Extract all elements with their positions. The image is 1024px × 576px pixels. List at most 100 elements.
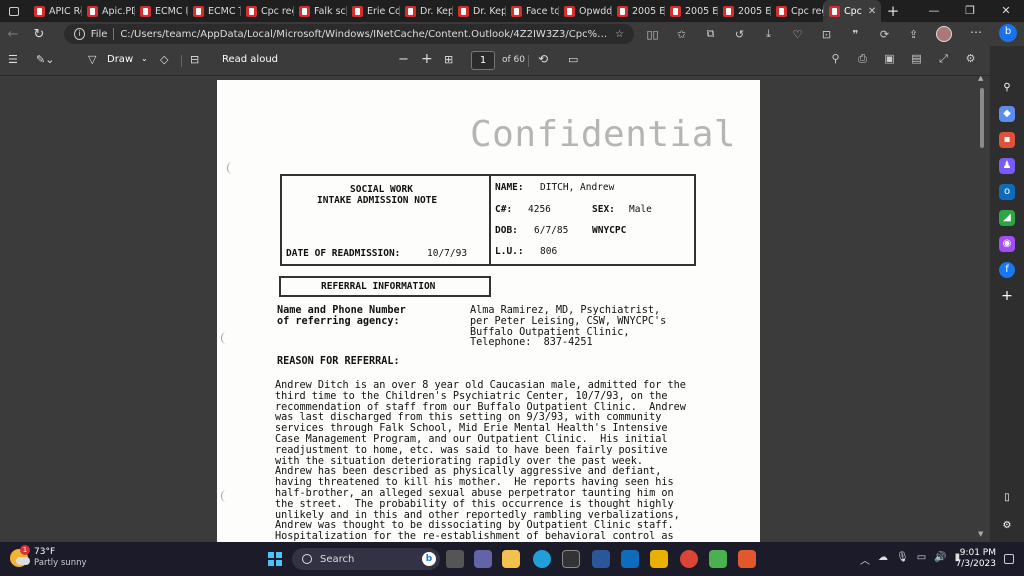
drop-icon[interactable]: ◢ — [999, 210, 1015, 226]
read-aloud-button[interactable]: Read aloud — [222, 54, 278, 65]
store-icon[interactable] — [562, 550, 580, 568]
downloads-icon[interactable]: ⤓ — [754, 27, 783, 41]
quote-icon[interactable]: ❞ — [841, 28, 870, 41]
scroll-up-icon[interactable]: ▲ — [978, 76, 983, 82]
scrollbar-thumb[interactable] — [980, 88, 984, 148]
notifications-icon[interactable] — [1004, 554, 1014, 564]
close-window-icon[interactable]: ✕ — [988, 0, 1024, 22]
network-icon[interactable]: ▭ — [917, 552, 926, 567]
facebook-icon[interactable]: f — [999, 262, 1015, 278]
save-icon[interactable]: ▣ — [876, 52, 903, 66]
browser-tab[interactable]: ECMC R — [134, 0, 187, 22]
window-menu-icon[interactable] — [0, 0, 28, 22]
favorite-star-icon[interactable]: ☆ — [615, 29, 624, 40]
browser-tab[interactable]: 2005 Ed — [717, 0, 770, 22]
browser-tab[interactable]: 2005 Ed — [611, 0, 664, 22]
teams-icon[interactable] — [474, 550, 492, 568]
fit-to-page-icon[interactable]: ⊞ — [444, 53, 453, 66]
outlook-icon[interactable]: o — [999, 184, 1015, 200]
zoom-out-icon[interactable]: − — [398, 52, 409, 67]
draw-button[interactable]: Draw — [107, 54, 133, 65]
tray-overflow-chevron-icon[interactable]: ︿ — [860, 552, 870, 567]
clock[interactable]: 9:01 PM 7/3/2023 — [952, 548, 996, 570]
refresh-icon[interactable]: ↻ — [26, 27, 52, 42]
sidebar-search-icon[interactable]: ⚲ — [999, 80, 1015, 96]
close-tab-icon[interactable]: ✕ — [868, 6, 876, 17]
sidebar-layout-icon[interactable]: ▯ — [999, 490, 1015, 506]
table-of-contents-icon[interactable]: ☰ — [8, 53, 18, 66]
favorites-icon[interactable]: ✩ — [667, 28, 696, 41]
tab-label: Opwdd — [579, 5, 611, 17]
new-tab-button[interactable]: + — [881, 2, 905, 20]
browser-tab[interactable]: ECMC T — [187, 0, 240, 22]
share-icon[interactable]: ⇪ — [899, 28, 928, 41]
save-as-icon[interactable]: ▤ — [903, 52, 930, 66]
games-icon[interactable]: ♟ — [999, 158, 1015, 174]
profile-avatar[interactable] — [936, 26, 952, 42]
browser-tab[interactable]: APIC Re — [28, 0, 81, 22]
tools-briefcase-icon[interactable]: ▪ — [999, 132, 1015, 148]
highlight-icon[interactable]: ✎⌄ — [36, 53, 54, 66]
performance-icon[interactable]: ♡ — [783, 28, 812, 41]
volume-icon[interactable]: 🔊 — [934, 552, 946, 567]
collections-icon[interactable]: ⧉ — [696, 27, 725, 41]
split-screen-icon[interactable]: ▯▯ — [638, 28, 667, 41]
vertical-scrollbar[interactable]: ▲ ▼ — [978, 76, 986, 542]
address-field[interactable]: i File C:/Users/teamc/AppData/Local/Micr… — [64, 24, 634, 44]
browser-tab[interactable]: Cpc ✕ — [823, 0, 881, 22]
maximize-icon[interactable]: ❐ — [952, 0, 988, 22]
browser-tab[interactable]: Erie Co — [346, 0, 399, 22]
browser-tab[interactable]: Opwdd — [558, 0, 611, 22]
app-grid-icon[interactable] — [650, 550, 668, 568]
settings-gear-icon[interactable]: ⚙ — [957, 52, 984, 66]
browser-tab[interactable]: Face to — [505, 0, 558, 22]
browser-tab[interactable]: Falk sch — [293, 0, 346, 22]
camtasia-icon[interactable] — [709, 550, 727, 568]
draw-icon[interactable]: ▽ — [88, 53, 96, 66]
add-text-icon[interactable]: ⊟ — [190, 53, 199, 66]
start-windows-icon[interactable] — [268, 552, 282, 566]
microphone-icon[interactable]: 🎙 — [896, 552, 909, 567]
file-explorer-icon[interactable] — [502, 550, 520, 568]
chrome-icon[interactable] — [680, 550, 698, 568]
info-icon[interactable]: i — [74, 28, 85, 40]
back-icon[interactable]: ← — [0, 27, 26, 42]
browser-tab[interactable]: 2005 Ed — [664, 0, 717, 22]
browser-tab[interactable]: Dr. Kep — [452, 0, 505, 22]
page-view-icon[interactable]: ▭ — [568, 53, 578, 66]
add-sidebar-app-icon[interactable]: + — [999, 288, 1015, 304]
bing-chat-icon[interactable]: b — [999, 24, 1017, 42]
print-icon[interactable]: ⎙ — [849, 52, 876, 66]
taskbar-search[interactable]: Search b — [292, 548, 440, 570]
screenshot-icon[interactable]: ⊡ — [812, 28, 841, 41]
browser-tab[interactable]: Cpc rec — [770, 0, 823, 22]
task-view-icon[interactable] — [446, 550, 464, 568]
history-icon[interactable]: ↺ — [725, 28, 754, 41]
word-icon[interactable] — [592, 550, 610, 568]
onedrive-cloud-icon[interactable]: ☁ — [878, 552, 888, 567]
browser-tab[interactable]: Dr. Kep — [399, 0, 452, 22]
weather-widget[interactable]: 1 73°F Partly sunny — [10, 545, 87, 569]
pdf-file-icon — [829, 5, 840, 17]
browser-tab[interactable]: Apic.PD — [81, 0, 134, 22]
search-icon[interactable]: ⚲ — [822, 52, 849, 66]
messenger-icon[interactable]: ◉ — [999, 236, 1015, 252]
outlook-taskbar-icon[interactable] — [621, 550, 639, 568]
extensions-icon[interactable]: ⟳ — [870, 28, 899, 41]
rotate-icon[interactable]: ⟲ — [538, 52, 548, 66]
zoom-in-icon[interactable]: + — [421, 51, 433, 67]
page-number-input[interactable]: 1 — [471, 51, 495, 70]
pdf-viewer[interactable]: Confidential SOCIAL WORK INTAKE ADMISSIO… — [0, 76, 990, 542]
recorder-icon[interactable] — [738, 550, 756, 568]
edge-icon[interactable] — [533, 550, 551, 568]
browser-tab[interactable]: Cpc rec — [240, 0, 293, 22]
eraser-icon[interactable]: ◇ — [160, 53, 168, 66]
more-options-icon[interactable]: ⋯ — [966, 25, 986, 39]
url-text[interactable]: C:/Users/teamc/AppData/Local/Microsoft/W… — [120, 29, 609, 40]
minimize-icon[interactable]: — — [916, 0, 952, 22]
scroll-down-icon[interactable]: ▼ — [978, 530, 983, 538]
sidebar-settings-icon[interactable]: ⚙ — [999, 518, 1015, 534]
shopping-tag-icon[interactable]: ◆ — [999, 106, 1015, 122]
fullscreen-icon[interactable]: ⤢ — [930, 52, 957, 66]
draw-chevron-down-icon[interactable]: ⌄ — [141, 54, 148, 63]
